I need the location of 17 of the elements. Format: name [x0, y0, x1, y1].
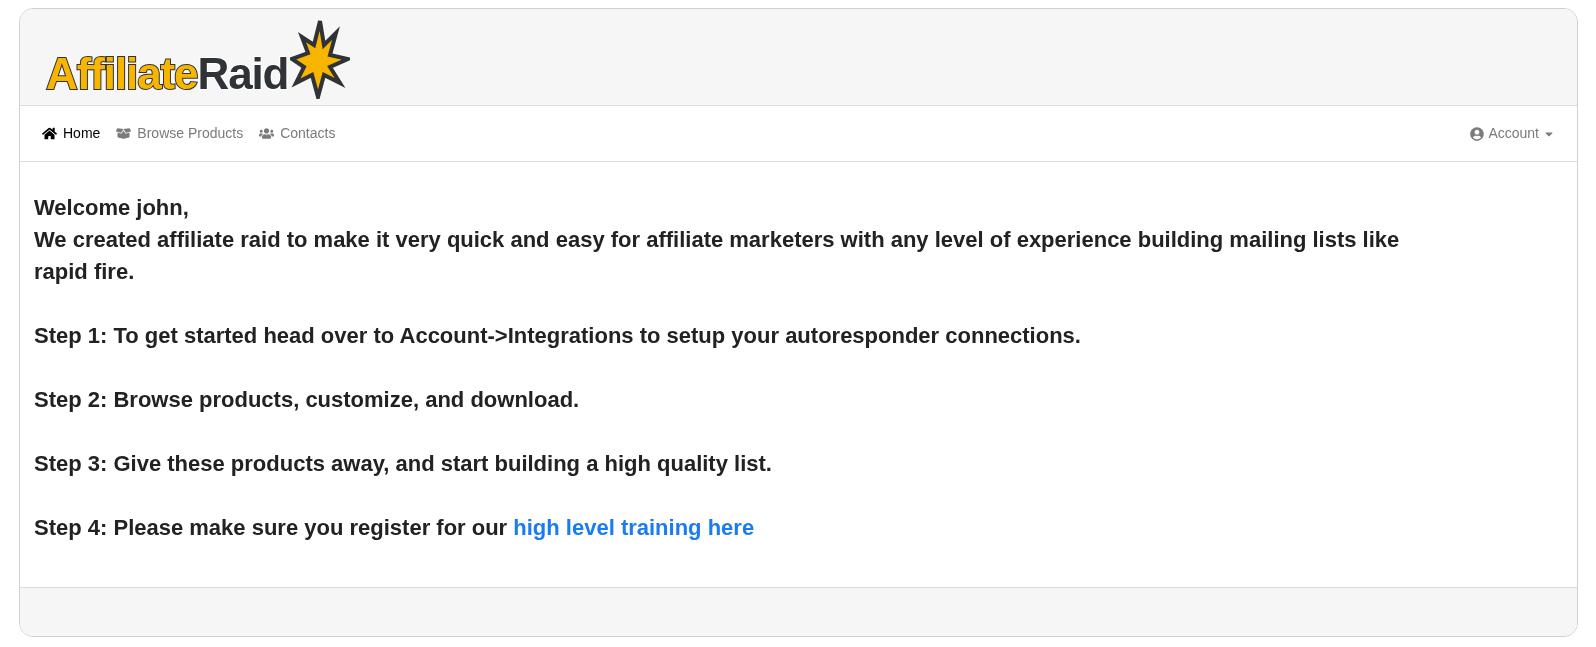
- user-icon: [1470, 126, 1485, 141]
- logo-text: AffiliateRaid: [46, 52, 289, 96]
- training-link[interactable]: high level training here: [513, 515, 755, 540]
- nav-link[interactable]: Browse Products: [116, 123, 244, 144]
- home-icon: [42, 126, 57, 141]
- step-text: Step 1: To get started head over to Account->Integrations to setup your autoresponder connections.: [34, 322, 1082, 350]
- box-icon: [116, 126, 132, 141]
- nav-link[interactable]: Contacts: [259, 123, 336, 144]
- welcome-text: Welcome john,: [34, 194, 190, 222]
- nav-link[interactable]: Home: [42, 123, 101, 144]
- intro-text: We created affiliate raid to make it very quick and easy for affiliate marketers with any level of experience building mailing lists like rapid fire.: [34, 226, 1401, 286]
- step-text: Step 4: Please make sure you register for our high level training here: [34, 514, 756, 542]
- users-icon: [259, 126, 275, 141]
- step-text: Step 2: Browse products, customize, and download.: [34, 386, 581, 414]
- account-menu[interactable]: Account: [1470, 123, 1555, 144]
- starburst-icon: [290, 19, 351, 99]
- step-text: Step 3: Give these products away, and start building a high quality list.: [34, 450, 773, 478]
